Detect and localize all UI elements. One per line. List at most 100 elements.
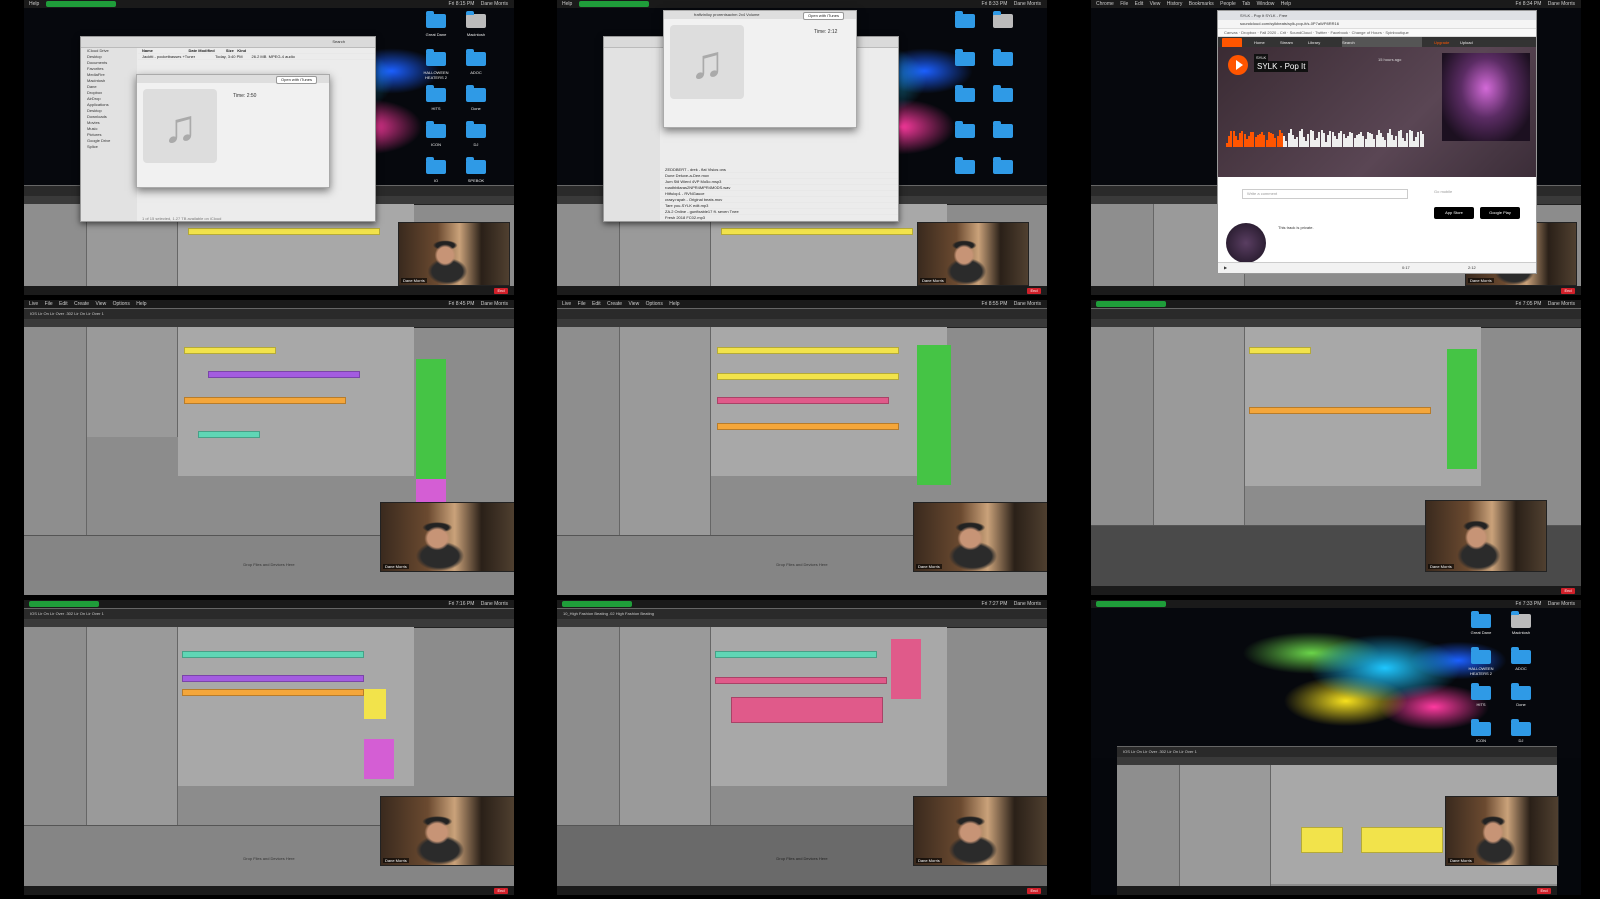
folder-icon[interactable] <box>993 121 1013 138</box>
track-artist[interactable]: SYLK <box>1254 54 1269 61</box>
clip[interactable] <box>182 689 364 696</box>
clip[interactable] <box>715 677 887 684</box>
folder-icon[interactable] <box>466 49 486 66</box>
zoom-share-pill[interactable] <box>29 600 99 607</box>
folder-icon[interactable] <box>993 49 1013 66</box>
finder-search-input[interactable]: Search <box>332 39 345 44</box>
end-meeting-button[interactable]: End <box>1537 888 1551 894</box>
ableton-browser[interactable] <box>1091 204 1154 295</box>
menu-help[interactable]: Help <box>562 1 572 7</box>
menu-window[interactable]: Window <box>1257 1 1275 7</box>
folder-icon[interactable] <box>1471 683 1491 700</box>
user-name[interactable]: Dane Morris <box>1548 601 1575 607</box>
folder-icon[interactable] <box>1511 647 1531 664</box>
menu-live[interactable]: Live <box>562 301 571 307</box>
clip[interactable] <box>715 651 877 658</box>
folder-icon[interactable] <box>1511 683 1531 700</box>
menu-help[interactable]: Help <box>1281 1 1291 7</box>
user-name[interactable]: Dane Morris <box>1548 301 1575 307</box>
menu-history[interactable]: History <box>1167 1 1183 7</box>
hard-drive-icon[interactable] <box>466 11 486 28</box>
play-pause-icon[interactable]: ▶ <box>1224 263 1227 273</box>
menu-create[interactable]: Create <box>74 301 89 307</box>
folder-icon[interactable] <box>955 121 975 138</box>
bookmark[interactable]: Dropbox <box>1241 30 1256 35</box>
menu-help[interactable]: Help <box>29 1 39 7</box>
clip[interactable] <box>721 228 913 235</box>
user-name[interactable]: Dane Morris <box>481 601 508 607</box>
zoom-share-pill[interactable] <box>1096 300 1166 307</box>
ableton-browser-list[interactable] <box>1180 765 1271 895</box>
browser-tab[interactable]: SYLK - Pop It SYLK - Free <box>1218 11 1536 20</box>
folder-icon[interactable] <box>1511 719 1531 736</box>
file-row[interactable]: Fresh 2018 FC02.mp3 <box>661 215 898 221</box>
menu-file[interactable]: File <box>1120 1 1128 7</box>
menu-tab[interactable]: Tab <box>1242 1 1250 7</box>
user-name[interactable]: Dane Morris <box>481 301 508 307</box>
folder-icon[interactable] <box>426 11 446 28</box>
clip[interactable] <box>717 347 899 354</box>
clip[interactable] <box>184 347 276 354</box>
menu-view[interactable]: View <box>95 301 106 307</box>
menu-people[interactable]: People <box>1220 1 1236 7</box>
bookmark[interactable]: Spinboutique <box>1385 30 1408 35</box>
bookmark[interactable]: Facebook <box>1330 30 1348 35</box>
menu-file[interactable]: File <box>578 301 586 307</box>
ableton-browser-list[interactable] <box>87 327 178 437</box>
menu-edit[interactable]: Edit <box>592 301 601 307</box>
arrangement-view[interactable] <box>178 327 414 476</box>
menu-view[interactable]: View <box>1150 1 1161 7</box>
clip[interactable] <box>1249 407 1431 414</box>
bookmark[interactable]: Fall 2020 - Crit <box>1260 30 1286 35</box>
ableton-browser[interactable] <box>24 204 87 295</box>
address-bar[interactable]: soundcloud.com/sylkbeats/sylk-pop-it/s-0… <box>1218 20 1536 29</box>
clip[interactable] <box>1249 347 1311 354</box>
menu-edit[interactable]: Edit <box>1135 1 1144 7</box>
zoom-share-pill[interactable] <box>45 0 116 7</box>
audio-clip[interactable] <box>731 697 883 723</box>
waveform[interactable] <box>1226 125 1426 155</box>
user-name[interactable]: Dane Morris <box>481 1 508 7</box>
folder-icon[interactable] <box>1471 647 1491 664</box>
clip[interactable] <box>184 397 346 404</box>
clip[interactable] <box>182 651 364 658</box>
folder-icon[interactable] <box>955 85 975 102</box>
bookmark[interactable]: Canvas <box>1224 30 1238 35</box>
folder-icon[interactable] <box>466 157 486 174</box>
clip[interactable] <box>1361 827 1443 853</box>
clip[interactable] <box>188 228 380 235</box>
arrangement-view[interactable] <box>711 327 947 476</box>
end-meeting-button[interactable]: End <box>1561 588 1575 594</box>
user-name[interactable]: Dane Morris <box>1548 1 1575 7</box>
finder-sidebar[interactable] <box>604 48 660 221</box>
end-meeting-button[interactable]: End <box>1561 288 1575 294</box>
zoom-share-pill[interactable] <box>1096 600 1166 607</box>
folder-icon[interactable] <box>466 121 486 138</box>
menu-help[interactable]: Help <box>669 301 679 307</box>
folder-icon[interactable] <box>426 49 446 66</box>
bookmark[interactable]: Twitter <box>1315 30 1327 35</box>
clip[interactable] <box>208 371 360 378</box>
play-icon[interactable] <box>1228 55 1248 75</box>
arrangement-view[interactable] <box>1245 327 1481 486</box>
ableton-browser[interactable] <box>1117 765 1180 895</box>
end-meeting-button[interactable]: End <box>494 288 508 294</box>
folder-icon[interactable] <box>426 85 446 102</box>
clip[interactable] <box>182 675 364 682</box>
folder-icon[interactable] <box>955 49 975 66</box>
comment-input[interactable]: Write a comment <box>1242 189 1408 199</box>
menu-edit[interactable]: Edit <box>59 301 68 307</box>
bookmark[interactable]: Change of Hours <box>1352 30 1382 35</box>
folder-icon[interactable] <box>466 85 486 102</box>
avatar[interactable] <box>1226 223 1266 263</box>
menu-help[interactable]: Help <box>136 301 146 307</box>
bookmark[interactable]: SoundCloud <box>1290 30 1312 35</box>
open-with-itunes-button[interactable]: Open with iTunes <box>276 76 317 84</box>
zoom-share-pill[interactable] <box>578 0 649 7</box>
folder-icon[interactable] <box>993 85 1013 102</box>
clip[interactable] <box>1301 827 1343 853</box>
sidebar-item[interactable]: Splice <box>81 144 137 150</box>
clip[interactable] <box>717 423 899 430</box>
menu-chrome[interactable]: Chrome <box>1096 1 1114 7</box>
menu-bookmarks[interactable]: Bookmarks <box>1189 1 1214 7</box>
